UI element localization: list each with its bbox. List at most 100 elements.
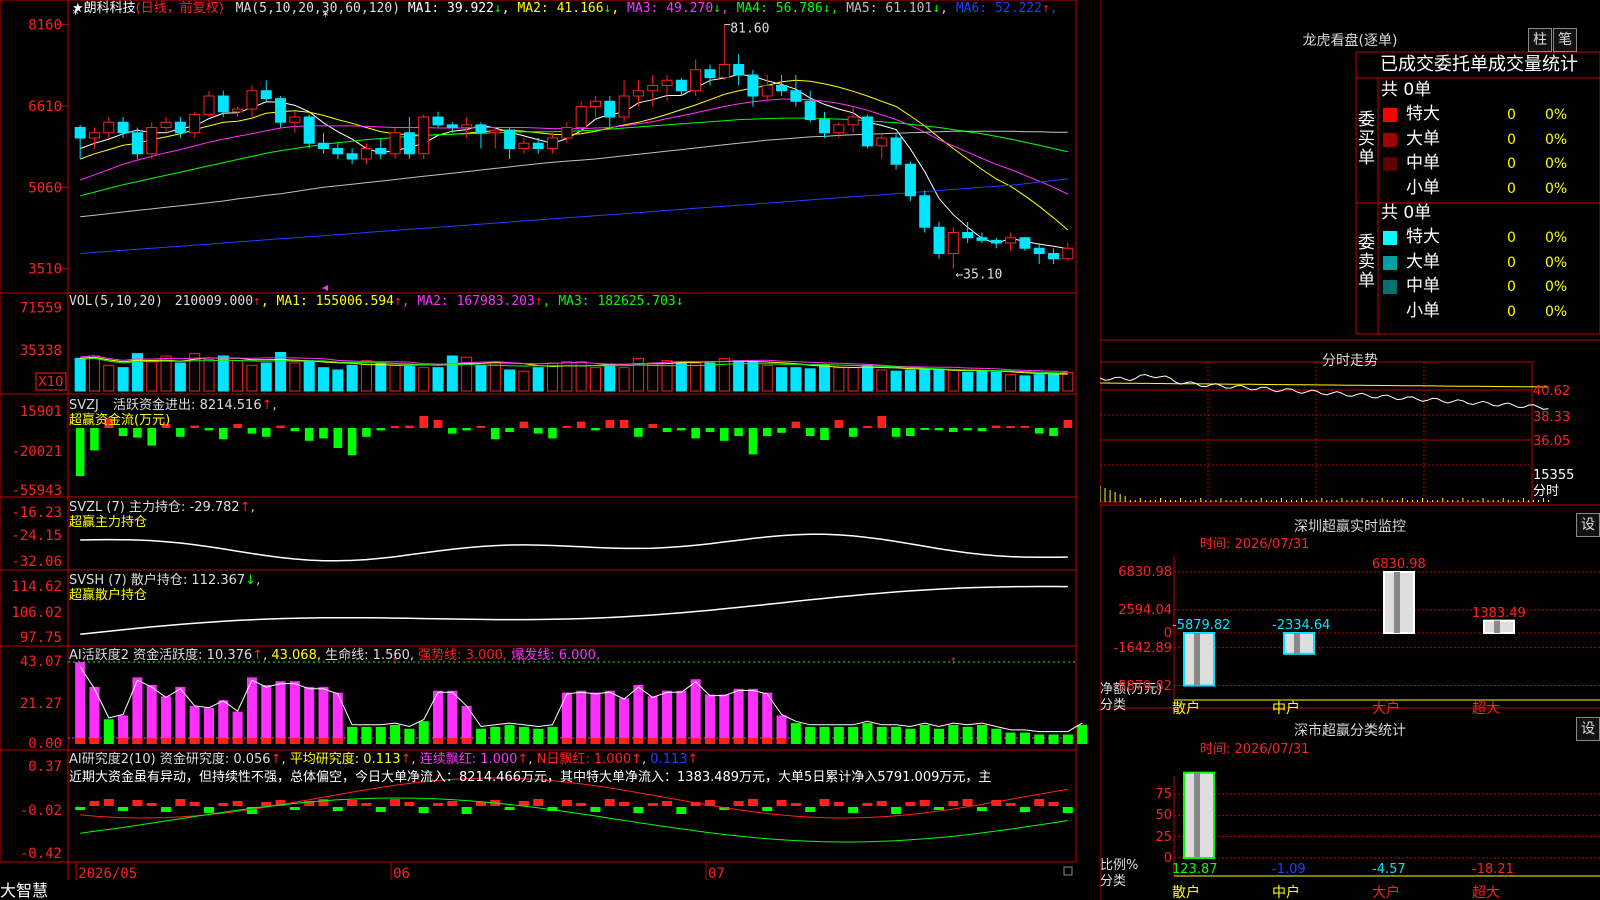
candle-body xyxy=(1033,247,1045,254)
volume-bar xyxy=(432,367,444,392)
volume-bar xyxy=(403,366,415,392)
volume-bar xyxy=(1033,374,1045,392)
ai1-bar xyxy=(490,726,501,744)
buy-side-label: 买 xyxy=(1358,129,1375,149)
ai2-label: 资金研究度: xyxy=(159,752,230,767)
tick-mode-button[interactable]: 笔 xyxy=(1553,28,1577,52)
buy-row-name: 中单 xyxy=(1406,153,1440,173)
svzj-bar xyxy=(190,425,199,428)
ai1-bar xyxy=(962,726,973,744)
ai2-bar xyxy=(75,807,86,810)
ai1-bar xyxy=(819,726,830,744)
volume-bar xyxy=(489,361,501,392)
ai1-bar xyxy=(1077,724,1088,744)
candle-body xyxy=(160,121,172,128)
class-value-label-1: -1.09 xyxy=(1272,862,1306,877)
svzj-bar xyxy=(605,420,615,428)
ai1-bar xyxy=(318,686,329,744)
candle-body xyxy=(432,116,444,126)
ai2-bar xyxy=(175,799,186,806)
buy-row-count: 0 xyxy=(1507,156,1516,172)
ai1-base-bar xyxy=(590,738,601,744)
ai2-bar xyxy=(418,807,429,813)
order-stats-title: 已成交委托单成交量统计 xyxy=(1380,54,1578,75)
sz-class-settings-button[interactable]: 设 xyxy=(1576,717,1600,741)
candle-body xyxy=(704,69,716,79)
candle-body xyxy=(74,127,86,139)
ma-label-3: MA3: xyxy=(619,1,667,16)
sell-side-label: 卖 xyxy=(1358,252,1375,272)
ai1-bar xyxy=(733,688,744,744)
ma-label-5: MA5: xyxy=(838,1,886,16)
ai2-bar xyxy=(347,800,358,806)
candle-body xyxy=(604,100,616,118)
sz-monitor-axis-sub: 分类 xyxy=(1100,698,1127,713)
sz-class-title: 深市超赢分类统计 xyxy=(1294,723,1406,739)
ai1-base-bar xyxy=(662,738,673,744)
ai1-bar xyxy=(576,690,587,744)
candle-body xyxy=(919,195,931,228)
ai2-a2: ↑ xyxy=(400,752,412,767)
ai2-bar xyxy=(747,799,758,806)
ai2-v3: 1.000 xyxy=(480,752,518,767)
buy-side-label: 委 xyxy=(1358,110,1375,130)
svzj-bar xyxy=(204,428,214,431)
vol-ma-value-2: 167983.203 xyxy=(456,294,535,309)
ai2-bar xyxy=(590,807,601,812)
volume-bar xyxy=(704,362,716,392)
candle-body xyxy=(647,85,659,92)
sell-row-pct: 0% xyxy=(1545,303,1568,320)
svzj-bar xyxy=(762,428,772,436)
svzj-bar xyxy=(247,428,257,434)
ai1-y-label: 43.07 xyxy=(20,654,62,670)
candle-body xyxy=(675,79,687,92)
ma-sep-5: , xyxy=(940,1,948,16)
candle-body xyxy=(203,95,215,115)
svzl-header: SVZL (7) 主力持仓: -29.782↑, xyxy=(69,500,255,515)
ai1-bar xyxy=(805,726,816,744)
svzj-bar xyxy=(720,428,729,441)
vol-ma-label-2: , MA2: xyxy=(401,294,457,309)
ai2-bar xyxy=(905,802,916,806)
ai2-bar xyxy=(318,799,329,806)
price-panel-header: ★朗科科技(日线，前复权) MA(5,10,20,30,60,120) MA1:… xyxy=(72,1,1058,16)
candle-body xyxy=(317,142,330,149)
ai2-bar xyxy=(561,800,572,806)
ai1-bar xyxy=(533,728,544,744)
monitor-bar-shade-1 xyxy=(1294,633,1300,654)
svzj-bar xyxy=(376,428,386,431)
mini-avg-line xyxy=(1100,382,1549,388)
ai2-bar xyxy=(132,800,143,806)
candle-body xyxy=(403,132,415,155)
ai1-y-label: 21.27 xyxy=(20,696,62,712)
ai1-bar xyxy=(948,724,959,744)
svzj-label: 活跃资金进出: xyxy=(113,398,196,413)
ai2-y-label: -0.02 xyxy=(20,803,62,819)
volume-bar xyxy=(604,363,616,392)
sell-row-name: 中单 xyxy=(1406,276,1440,296)
ma-label-6: MA6: xyxy=(948,1,995,16)
ai1-bar xyxy=(175,686,186,744)
svzj-bar xyxy=(820,428,829,440)
ai1-bar xyxy=(934,728,945,744)
candle-body xyxy=(346,153,358,160)
class-category-3: 超大 xyxy=(1472,885,1500,900)
ai2-a4: ↑ xyxy=(631,752,643,767)
vol-unit-label: X10 xyxy=(38,375,64,390)
svzj-bar xyxy=(877,416,887,428)
svzj-bar xyxy=(1049,428,1058,436)
svzj-bar xyxy=(548,428,557,439)
candle-body xyxy=(976,237,988,241)
svzl-y-label: -32.06 xyxy=(11,554,62,570)
volume-bar xyxy=(876,369,888,392)
intraday-label-3: 15355 xyxy=(1533,468,1575,483)
buy-row-pct: 0% xyxy=(1545,180,1568,197)
ai1-bar xyxy=(604,690,615,744)
buy-row-name: 特大 xyxy=(1406,104,1440,124)
ai1-base-bar xyxy=(733,738,744,744)
column-mode-button[interactable]: 柱 xyxy=(1528,28,1552,52)
sz-monitor-settings-button[interactable]: 设 xyxy=(1576,513,1600,537)
candle-body xyxy=(260,90,272,100)
svzl-value: -29.782 xyxy=(189,500,240,515)
ai1-base-bar xyxy=(203,738,214,744)
